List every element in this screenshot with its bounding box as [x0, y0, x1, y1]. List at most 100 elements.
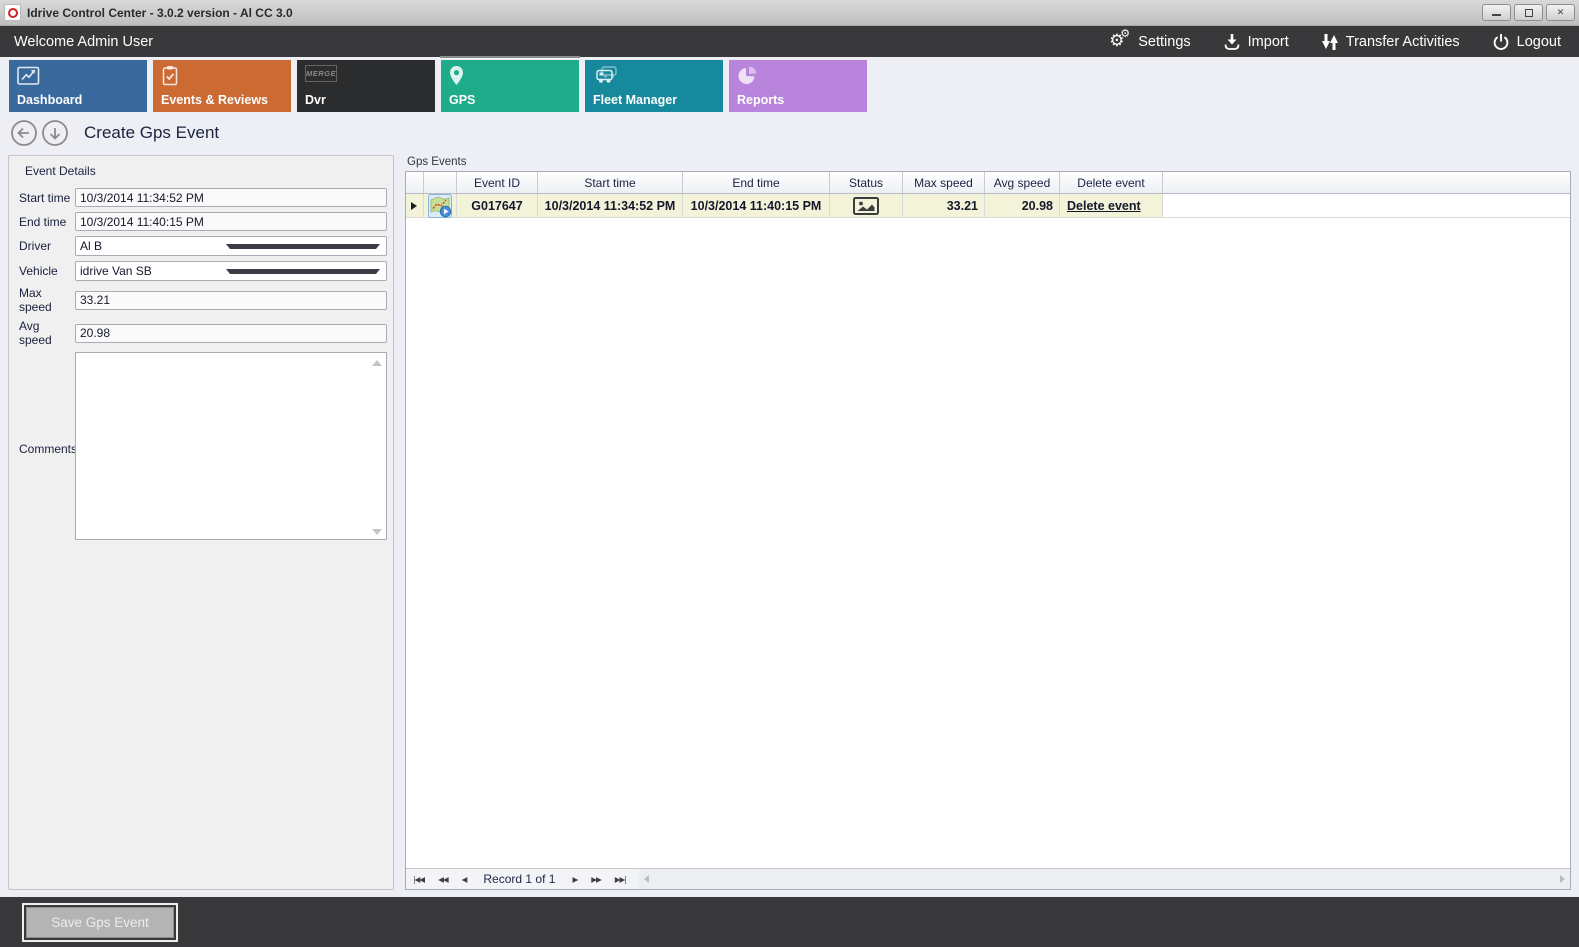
driver-label: Driver — [17, 239, 75, 253]
cell-event-id: G017647 — [457, 194, 538, 217]
tab-events-reviews-label: Events & Reviews — [161, 93, 283, 107]
vehicle-dropdown[interactable]: idrive Van SB — [75, 261, 387, 281]
map-playback-icon[interactable] — [428, 194, 452, 218]
close-button[interactable]: ✕ — [1546, 4, 1575, 21]
column-header-max-speed[interactable]: Max speed — [903, 172, 985, 193]
transfer-activities-button[interactable]: Transfer Activities — [1321, 33, 1460, 51]
window-title: Idrive Control Center - 3.0.2 version - … — [27, 6, 1482, 20]
cell-end-time: 10/3/2014 11:40:15 PM — [683, 194, 830, 217]
prev-page-button[interactable]: ◀◀ — [431, 869, 455, 890]
save-gps-event-button[interactable]: Save Gps Event — [26, 907, 174, 938]
record-navigator: |◀◀ ◀◀ ◀ Record 1 of 1 ▶ ▶▶ ▶▶| — [406, 868, 1570, 889]
column-header-indicator — [406, 172, 424, 193]
comments-textarea[interactable] — [75, 352, 387, 540]
gear-icon: ⚙⚙ — [1109, 31, 1131, 53]
collapse-down-button[interactable] — [41, 119, 69, 147]
column-header-end-time[interactable]: End time — [683, 172, 830, 193]
row-indicator-icon — [411, 202, 417, 210]
cell-max-speed: 33.21 — [903, 194, 985, 217]
tab-dvr[interactable]: MERGE Dvr — [297, 60, 435, 112]
cell-delete-event: Delete event — [1060, 194, 1163, 217]
breadcrumb: Create Gps Event — [10, 119, 219, 147]
chart-trend-icon — [17, 65, 40, 86]
comments-label: Comments — [17, 442, 75, 456]
tab-fleet-manager-label: Fleet Manager — [593, 93, 715, 107]
row-indicator-cell — [406, 194, 424, 217]
scroll-left-arrow[interactable] — [644, 875, 649, 883]
first-record-button[interactable]: |◀◀ — [406, 869, 431, 890]
chevron-down-icon — [226, 244, 380, 249]
gps-events-panel: Gps Events Event ID Start time End time … — [405, 156, 1571, 890]
cell-status — [830, 194, 903, 217]
table-row[interactable]: G017647 10/3/2014 11:34:52 PM 10/3/2014 … — [406, 194, 1570, 218]
back-button[interactable] — [10, 119, 38, 147]
column-header-avg-speed[interactable]: Avg speed — [985, 172, 1060, 193]
gps-events-caption: Gps Events — [405, 156, 1571, 171]
settings-label: Settings — [1138, 34, 1190, 50]
delete-event-link[interactable]: Delete event — [1060, 199, 1141, 213]
event-details-title: Event Details — [17, 162, 387, 188]
tab-dashboard-label: Dashboard — [17, 93, 139, 107]
clipboard-check-icon — [161, 65, 179, 86]
event-details-panel: Event Details Start time End time Driver… — [8, 155, 394, 890]
save-button-frame: Save Gps Event — [22, 903, 178, 942]
tab-fleet-manager[interactable]: Fleet Manager — [585, 60, 723, 112]
prev-record-button[interactable]: ◀ — [455, 869, 474, 890]
scroll-up-icon[interactable] — [372, 360, 382, 366]
end-time-field[interactable] — [75, 212, 387, 231]
tab-reports[interactable]: Reports — [729, 60, 867, 112]
tab-dvr-label: Dvr — [305, 93, 427, 107]
merge-box-icon: MERGE — [305, 65, 337, 82]
maximize-icon — [1525, 9, 1533, 17]
footer-bar: Save Gps Event — [0, 897, 1579, 947]
minimize-icon — [1492, 14, 1501, 16]
transfer-arrows-icon — [1321, 33, 1339, 51]
tab-events-reviews[interactable]: Events & Reviews — [153, 60, 291, 112]
scroll-down-icon[interactable] — [372, 529, 382, 535]
start-time-label: Start time — [17, 191, 75, 205]
horizontal-scrollbar[interactable] — [639, 869, 1570, 889]
next-page-button[interactable]: ▶▶ — [584, 869, 608, 890]
column-header-filler — [1163, 172, 1570, 193]
tab-reports-label: Reports — [737, 93, 859, 107]
minimize-button[interactable] — [1482, 4, 1511, 21]
next-record-button[interactable]: ▶ — [565, 869, 584, 890]
grid-header-row: Event ID Start time End time Status Max … — [406, 172, 1570, 194]
chevron-down-icon — [226, 269, 380, 274]
tab-gps[interactable]: GPS — [441, 60, 579, 112]
cell-avg-speed: 20.98 — [985, 194, 1060, 217]
driver-value: Al B — [80, 239, 226, 253]
cell-start-time: 10/3/2014 11:34:52 PM — [538, 194, 683, 217]
last-record-button[interactable]: ▶▶| — [608, 869, 633, 890]
import-button[interactable]: Import — [1223, 33, 1289, 51]
max-speed-label: Max speed — [17, 286, 75, 314]
start-time-field[interactable] — [75, 188, 387, 207]
cell-filler — [1163, 194, 1570, 217]
scroll-right-arrow[interactable] — [1560, 875, 1565, 883]
column-header-delete-event[interactable]: Delete event — [1060, 172, 1163, 193]
gps-events-grid: Event ID Start time End time Status Max … — [405, 171, 1571, 890]
tab-gps-label: GPS — [449, 93, 571, 107]
column-header-start-time[interactable]: Start time — [538, 172, 683, 193]
power-icon — [1492, 33, 1510, 51]
column-header-status[interactable]: Status — [830, 172, 903, 193]
tab-dashboard[interactable]: Dashboard — [9, 60, 147, 112]
app-logo-icon — [4, 4, 21, 21]
image-thumbnail-icon[interactable] — [853, 197, 879, 215]
row-map-cell — [424, 194, 457, 217]
column-header-event-id[interactable]: Event ID — [457, 172, 538, 193]
transfer-activities-label: Transfer Activities — [1346, 34, 1460, 50]
logout-button[interactable]: Logout — [1492, 33, 1561, 51]
maximize-button[interactable] — [1514, 4, 1543, 21]
settings-button[interactable]: ⚙⚙ Settings — [1109, 31, 1190, 53]
max-speed-field[interactable] — [75, 291, 387, 310]
driver-dropdown[interactable]: Al B — [75, 236, 387, 256]
app-header: Welcome Admin User ⚙⚙ Settings Import Tr… — [0, 26, 1579, 57]
avg-speed-field[interactable] — [75, 324, 387, 343]
location-pin-icon — [449, 65, 464, 86]
grid-empty-area — [406, 218, 1570, 868]
import-label: Import — [1248, 34, 1289, 50]
column-header-icon — [424, 172, 457, 193]
record-count-text: Record 1 of 1 — [473, 872, 565, 886]
avg-speed-label: Avg speed — [17, 319, 75, 347]
